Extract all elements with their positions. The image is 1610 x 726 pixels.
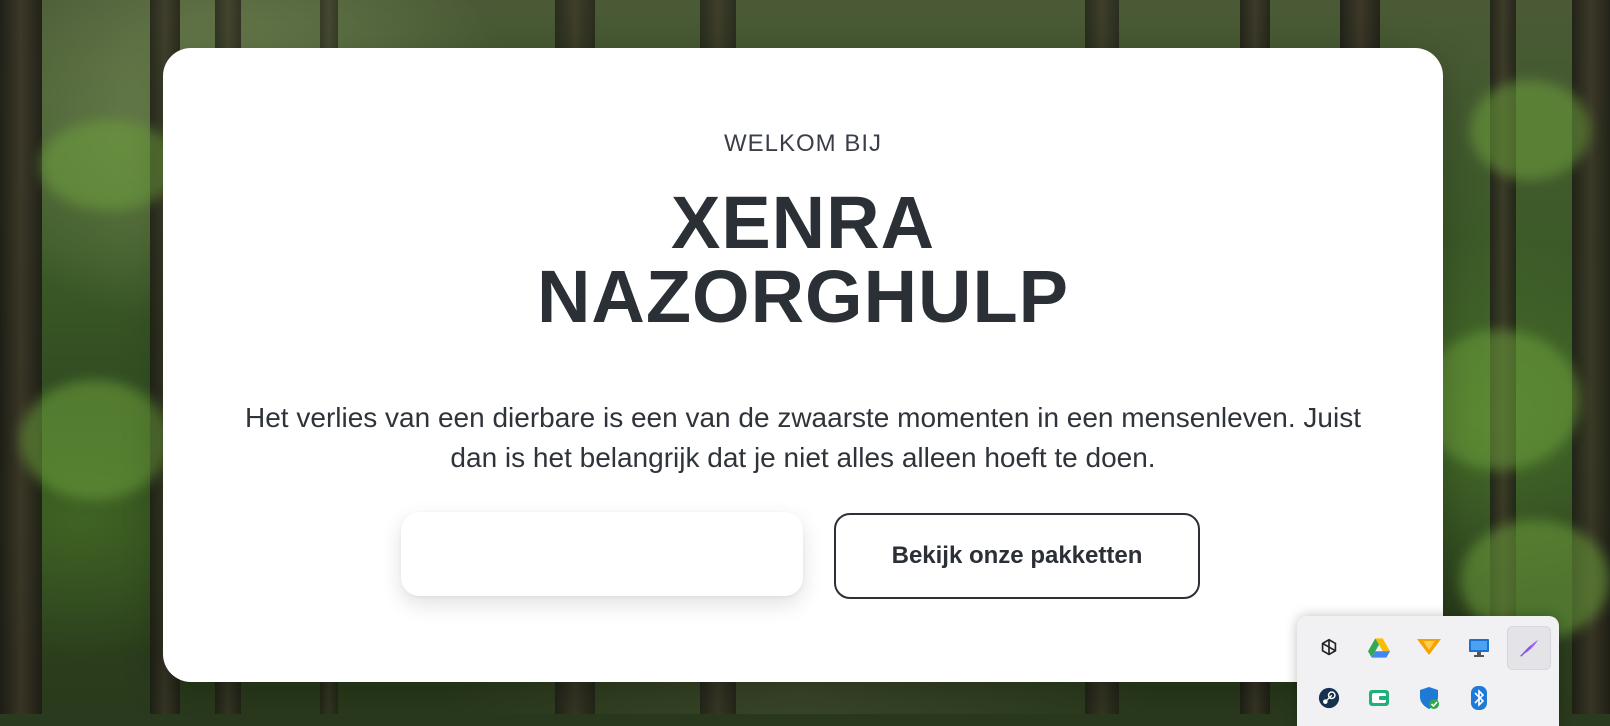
hero-card: WELKOM BIJ XENRA NAZORGHULP Het verlies … [163, 48, 1443, 682]
chatgpt-icon[interactable] [1307, 626, 1351, 670]
hero-title-line-1: XENRA [670, 181, 936, 264]
primary-cta-button[interactable] [401, 512, 803, 596]
view-packages-button[interactable]: Bekijk onze pakketten [834, 513, 1200, 599]
steam-icon[interactable] [1307, 676, 1351, 720]
hero-title-line-2: NAZORGHULP [536, 255, 1070, 338]
vpn-icon[interactable] [1407, 626, 1451, 670]
google-drive-icon[interactable] [1357, 626, 1401, 670]
hero-intro: Het verlies van een dierbare is een van … [245, 402, 1361, 473]
wallet-icon[interactable] [1357, 676, 1401, 720]
hero-title: XENRA NAZORGHULP [163, 186, 1443, 334]
hero-eyebrow: WELKOM BIJ [723, 130, 883, 157]
system-tray-flyout [1297, 616, 1559, 726]
monitor-icon[interactable] [1457, 626, 1501, 670]
bluetooth-icon[interactable] [1457, 676, 1501, 720]
security-shield-icon[interactable] [1407, 676, 1451, 720]
feather-icon[interactable] [1507, 626, 1551, 670]
